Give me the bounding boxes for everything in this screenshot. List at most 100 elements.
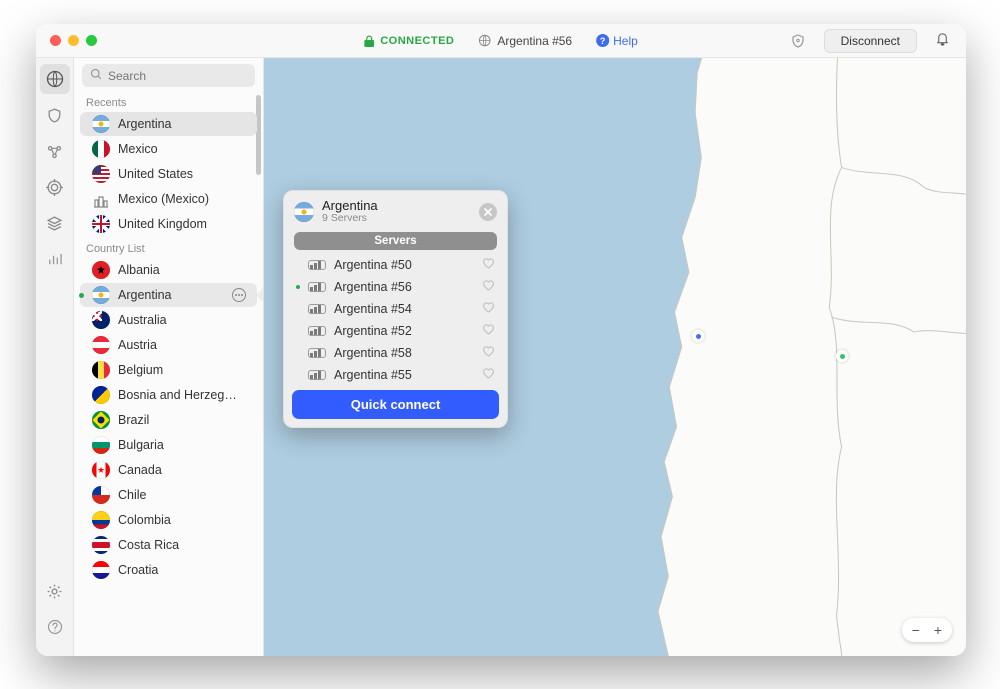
country-item[interactable]: Bosnia and Herzeg… <box>80 383 257 407</box>
app-window: CONNECTED Argentina #56 ? Help Disconnec… <box>36 24 966 656</box>
zoom-control: − + <box>902 618 952 642</box>
popover-pointer <box>257 287 263 303</box>
connected-indicator-icon <box>296 307 300 311</box>
server-item[interactable]: Argentina #52 <box>284 320 507 342</box>
flag-icon <box>92 361 110 379</box>
nav-settings-icon[interactable] <box>40 576 70 606</box>
map-marker-argentina[interactable] <box>836 350 848 362</box>
connected-indicator-icon <box>296 329 300 333</box>
server-item[interactable]: Argentina #55 <box>284 364 507 386</box>
flag-icon <box>92 336 110 354</box>
window-maximize-button[interactable] <box>86 35 97 46</box>
window-minimize-button[interactable] <box>68 35 79 46</box>
server-load-icon <box>308 326 326 336</box>
server-name: Argentina #52 <box>334 324 412 338</box>
country-item[interactable]: Canada <box>80 458 257 482</box>
disconnect-button[interactable]: Disconnect <box>824 29 917 53</box>
country-label: Brazil <box>118 413 149 427</box>
country-item[interactable]: Colombia <box>80 508 257 532</box>
country-item[interactable]: Croatia <box>80 558 257 582</box>
country-label: Colombia <box>118 513 171 527</box>
flag-icon <box>92 486 110 504</box>
threat-protection-icon[interactable] <box>790 33 806 49</box>
nav-help-icon[interactable] <box>40 612 70 642</box>
search-field[interactable] <box>108 69 263 83</box>
recent-item[interactable]: Mexico (Mexico) <box>80 187 257 211</box>
recent-item[interactable]: Argentina <box>80 112 257 136</box>
favorite-button[interactable] <box>482 367 495 383</box>
favorite-button[interactable] <box>482 345 495 361</box>
country-label: Argentina <box>118 288 172 302</box>
connection-status: CONNECTED <box>364 35 454 47</box>
country-item[interactable]: Brazil <box>80 408 257 432</box>
country-item[interactable]: Belgium <box>80 358 257 382</box>
server-item[interactable]: Argentina #56 <box>284 276 507 298</box>
popover-close-button[interactable] <box>479 203 497 221</box>
notifications-icon[interactable] <box>935 31 950 51</box>
nav-countries-icon[interactable] <box>40 64 70 94</box>
server-item[interactable]: Argentina #58 <box>284 342 507 364</box>
flag-icon <box>92 115 110 133</box>
scrollbar[interactable] <box>256 95 261 175</box>
search-icon <box>90 68 102 83</box>
country-item[interactable]: Chile <box>80 483 257 507</box>
country-label: Austria <box>118 338 157 352</box>
popover-flag-icon <box>294 202 314 222</box>
flag-icon <box>92 411 110 429</box>
zoom-in-button[interactable]: + <box>932 620 944 640</box>
server-load-icon <box>308 370 326 380</box>
recent-label: Mexico (Mexico) <box>118 192 209 206</box>
help-link[interactable]: ? Help <box>596 34 638 48</box>
popover-tab-servers[interactable]: Servers <box>294 232 497 250</box>
country-item[interactable]: Bulgaria <box>80 433 257 457</box>
country-label: Australia <box>118 313 167 327</box>
city-icon <box>92 190 110 208</box>
location-text: Argentina #56 <box>497 34 572 48</box>
favorite-button[interactable] <box>482 257 495 273</box>
favorite-button[interactable] <box>482 301 495 317</box>
connected-dot-icon <box>79 293 84 298</box>
server-load-icon <box>308 260 326 270</box>
favorite-button[interactable] <box>482 279 495 295</box>
country-label: Chile <box>118 488 147 502</box>
help-icon: ? <box>596 34 609 47</box>
quick-connect-button[interactable]: Quick connect <box>292 390 499 419</box>
nav-shield-icon[interactable] <box>40 100 70 130</box>
country-item[interactable]: Australia <box>80 308 257 332</box>
recent-label: United States <box>118 167 193 181</box>
country-label: Bulgaria <box>118 438 164 452</box>
favorite-button[interactable] <box>482 323 495 339</box>
map-marker-chile[interactable] <box>692 330 704 342</box>
nav-iconbar <box>36 58 74 656</box>
country-item[interactable]: Austria <box>80 333 257 357</box>
server-name: Argentina #54 <box>334 302 412 316</box>
flag-icon <box>92 261 110 279</box>
recent-label: United Kingdom <box>118 217 207 231</box>
recent-item[interactable]: United States <box>80 162 257 186</box>
country-sidebar: Recents Argentina Mexico United States M… <box>74 58 264 656</box>
zoom-out-button[interactable]: − <box>910 620 922 640</box>
window-controls <box>36 35 97 46</box>
country-label: Costa Rica <box>118 538 179 552</box>
country-item[interactable]: Argentina <box>80 283 257 307</box>
nav-layers-icon[interactable] <box>40 208 70 238</box>
country-label: Croatia <box>118 563 158 577</box>
country-item[interactable]: Costa Rica <box>80 533 257 557</box>
flag-icon <box>92 386 110 404</box>
server-item[interactable]: Argentina #50 <box>284 254 507 276</box>
server-item[interactable]: Argentina #54 <box>284 298 507 320</box>
window-close-button[interactable] <box>50 35 61 46</box>
more-options-button[interactable] <box>231 287 247 303</box>
server-name: Argentina #50 <box>334 258 412 272</box>
recent-item[interactable]: United Kingdom <box>80 212 257 236</box>
nav-mesh-icon[interactable] <box>40 136 70 166</box>
flag-icon <box>92 215 110 233</box>
country-item[interactable]: Albania <box>80 258 257 282</box>
flag-icon <box>92 536 110 554</box>
nav-stats-icon[interactable] <box>40 244 70 274</box>
search-input[interactable] <box>82 64 255 87</box>
globe-icon <box>478 34 491 47</box>
nav-target-icon[interactable] <box>40 172 70 202</box>
window-titlebar: CONNECTED Argentina #56 ? Help Disconnec… <box>36 24 966 58</box>
recent-item[interactable]: Mexico <box>80 137 257 161</box>
